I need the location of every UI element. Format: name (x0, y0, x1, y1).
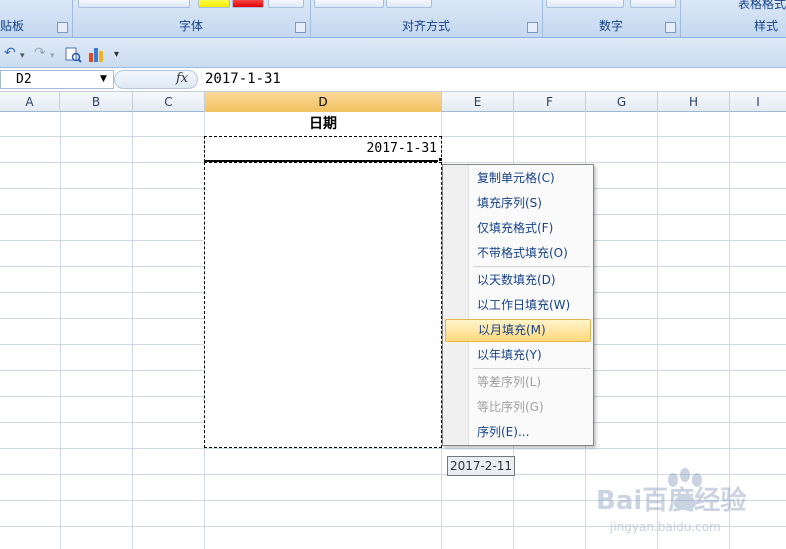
font-button[interactable] (78, 0, 190, 8)
menu-item-fill-months[interactable]: 以月填充(M) (445, 319, 591, 342)
menu-item-fill-without-formatting[interactable]: 不带格式填充(O) (445, 242, 591, 265)
insert-function-button[interactable]: fx (176, 71, 194, 88)
number-dialog-launcher[interactable] (665, 22, 676, 33)
menu-separator (473, 266, 591, 267)
menu-item-growth-trend: 等比序列(G) (477, 400, 544, 414)
column-header-h[interactable]: H (658, 92, 730, 112)
ribbon-group-label: 字体 (178, 19, 203, 33)
grid-line (132, 112, 133, 549)
print-preview-icon[interactable] (64, 45, 82, 67)
quick-access-toolbar: ↶ ▾ ↷ ▾ ▾ (0, 38, 786, 68)
column-header-b[interactable]: B (60, 92, 133, 112)
font-color-button[interactable] (232, 0, 264, 8)
undo-icon[interactable]: ↶ (4, 45, 16, 61)
menu-item-fill-formatting-only[interactable]: 仅填充格式(F) (445, 217, 591, 240)
column-header-i[interactable]: I (730, 92, 786, 112)
column-header-c[interactable]: C (133, 92, 205, 112)
chart-icon[interactable] (88, 45, 106, 67)
watermark-title: Bai百度经验 (596, 486, 747, 516)
ribbon-group-font: 字体 (72, 0, 311, 37)
watermark-url: jingyan.baidu.com (610, 520, 721, 534)
menu-item-fill-weekdays[interactable]: 以工作日填充(W) (445, 294, 591, 317)
customize-toolbar-icon[interactable]: ▾ (114, 47, 119, 63)
column-header-g[interactable]: G (586, 92, 658, 112)
ribbon-group-label: 样式 (753, 19, 778, 33)
ribbon-group-label: 对齐方式 (401, 19, 450, 33)
menu-item-fill-series[interactable]: 填充序列(S) (445, 192, 591, 215)
menu-item-copy-cells[interactable]: 复制单元格(C) (445, 167, 591, 190)
cell-d1-header[interactable]: 日期 (205, 112, 441, 137)
name-box[interactable]: D2 (0, 70, 114, 89)
wrap-button[interactable] (386, 0, 432, 8)
formula-input[interactable]: 2017-1-31 (205, 70, 765, 89)
ribbon-group-number: 数字 (542, 0, 681, 37)
redo-icon[interactable]: ↷ (34, 45, 46, 61)
column-header-a[interactable]: A (0, 92, 60, 112)
grid-line (0, 448, 786, 449)
menu-item-linear-trend: 等差序列(L) (477, 375, 542, 389)
fill-preview-tooltip: 2017-2-11 (447, 456, 515, 476)
clipboard-dialog-launcher[interactable] (57, 22, 68, 33)
ribbon-group-clipboard: 贴板 (0, 0, 73, 37)
ribbon-group-label: 数字 (598, 19, 623, 33)
autofill-options-menu: 复制单元格(C) 填充序列(S) 仅填充格式(F) 不带格式填充(O) 以天数填… (442, 164, 594, 446)
menu-separator (473, 368, 591, 369)
redo-dropdown-icon[interactable]: ▾ (50, 48, 55, 64)
baidu-watermark: Bai百度经验 jingyan.baidu.com (590, 466, 780, 542)
highlight-color-button[interactable] (198, 0, 230, 8)
menu-item-fill-years[interactable]: 以年填充(Y) (445, 344, 591, 367)
formula-bar: D2 ▼ fx 2017-1-31 (0, 68, 786, 92)
number-format-button[interactable] (546, 0, 624, 8)
font-more-button[interactable] (268, 0, 304, 8)
menu-item-series[interactable]: 序列(E)... (445, 421, 591, 444)
fill-handle[interactable] (438, 157, 443, 162)
cell-d2-date[interactable]: 2017-1-31 (204, 136, 442, 162)
grid-line (60, 112, 61, 549)
column-header-f[interactable]: F (514, 92, 586, 112)
fill-range-selection[interactable] (204, 162, 442, 448)
menu-item-fill-days[interactable]: 以天数填充(D) (445, 269, 591, 292)
column-header-d[interactable]: D (205, 92, 442, 112)
font-dialog-launcher[interactable] (295, 22, 306, 33)
alignment-dialog-launcher[interactable] (527, 22, 538, 33)
ribbon: 贴板 字体 对齐方式 数字 表格格式 样式 (0, 0, 786, 38)
undo-dropdown-icon[interactable]: ▾ (20, 48, 25, 64)
decimal-button[interactable] (630, 0, 676, 8)
align-button[interactable] (314, 0, 384, 8)
column-headers: A B C D E F G H I (0, 92, 786, 112)
ribbon-group-styles: 表格格式 样式 (680, 0, 786, 37)
ribbon-group-alignment: 对齐方式 (310, 0, 543, 37)
name-box-dropdown-icon[interactable]: ▼ (100, 72, 110, 86)
column-header-e[interactable]: E (442, 92, 514, 112)
format-as-table-button[interactable]: 表格格式 (738, 0, 786, 12)
